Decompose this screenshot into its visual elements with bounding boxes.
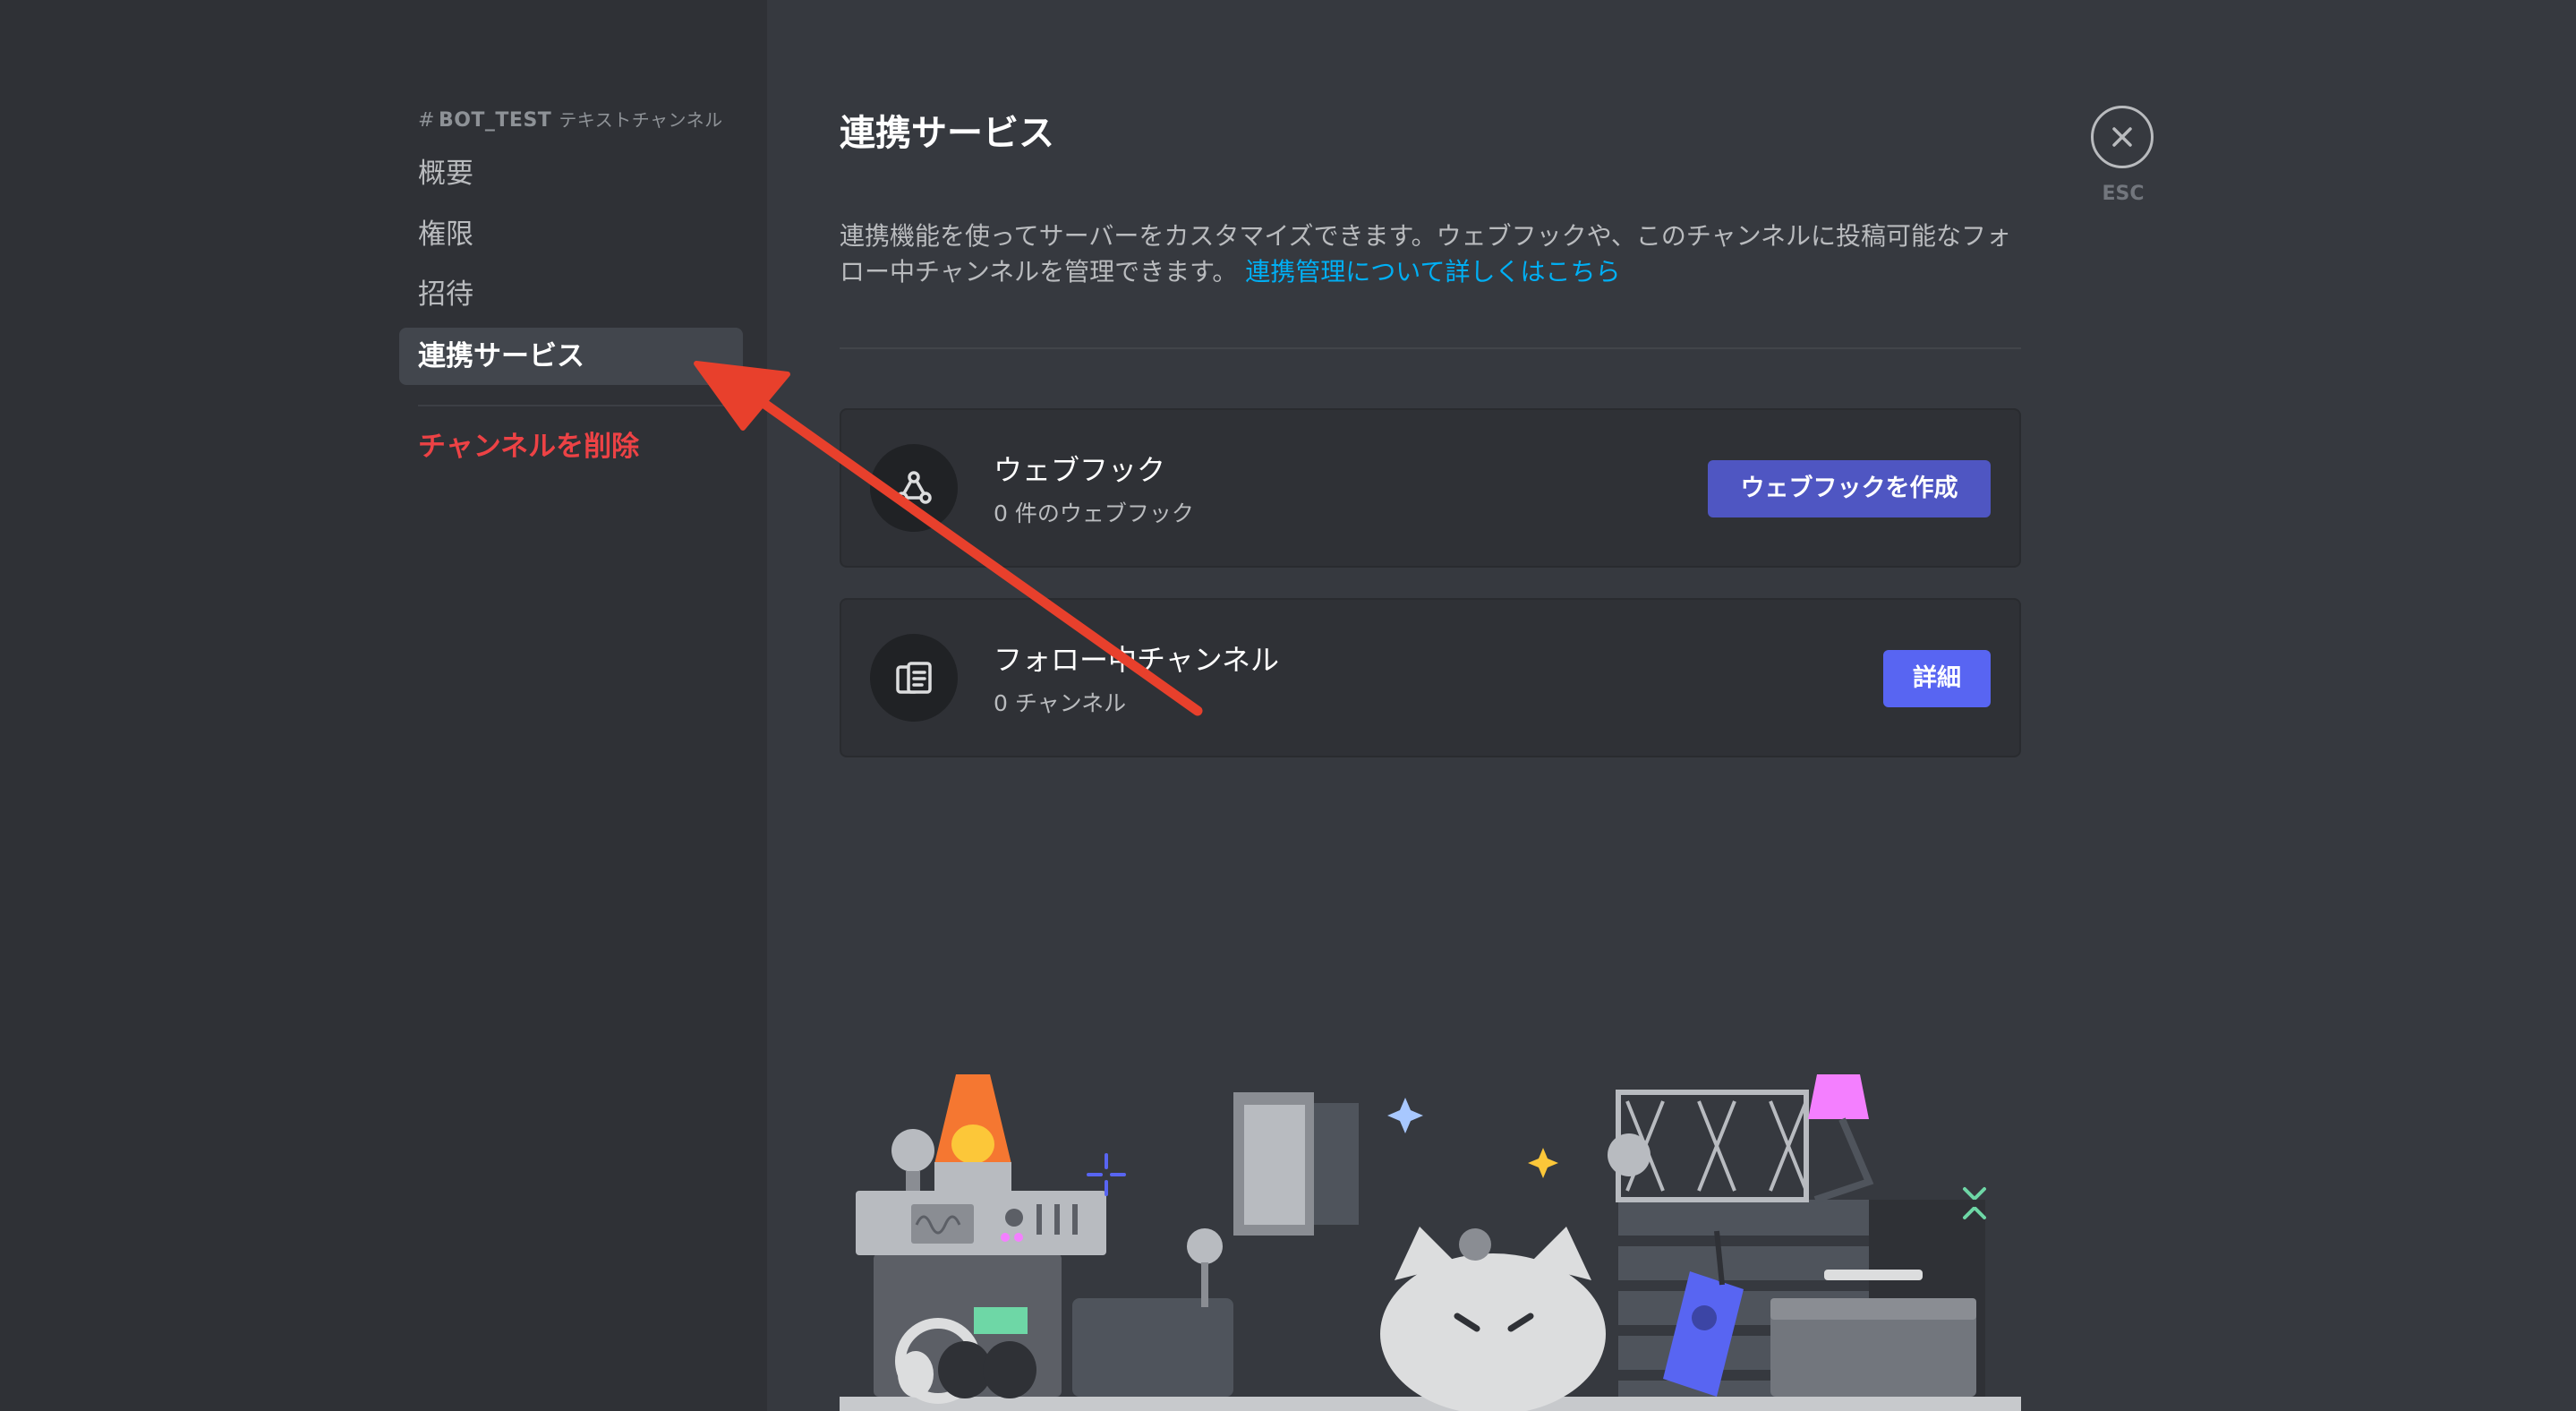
channel-name: BOT_TEST [438,109,552,132]
followed-channel-icon [870,634,958,722]
sidebar-item-overview[interactable]: 概要 [399,145,743,202]
followed-channels-title: フォロー中チャンネル [994,643,1280,677]
sidebar-separator [418,405,742,406]
followed-channels-card: フォロー中チャンネル 0 チャンネル 詳細 [840,598,2021,757]
webhooks-count: 0 件のウェブフック [994,500,1194,526]
webhooks-title: ウェブフック [994,453,1166,487]
details-button[interactable]: 詳細 [1883,650,1991,707]
create-webhook-button[interactable]: ウェブフックを作成 [1708,460,1991,517]
page-description: 連携機能を使ってサーバーをカスタマイズできます。ウェブフックや、このチャンネルに… [840,218,2021,290]
learn-more-link[interactable]: 連携管理について詳しくはこちら [1245,257,1620,286]
channel-type: テキストチャンネル [559,109,723,131]
webhook-icon [870,444,958,532]
section-divider [840,347,2021,349]
sidebar-item-invites[interactable]: 招待 [399,266,743,323]
sidebar-item-integrations[interactable]: 連携サービス [399,328,743,385]
delete-channel-button[interactable]: チャンネルを削除 [399,418,743,475]
empty-state-illustration [840,1074,2021,1411]
esc-label: ESC [2102,183,2145,205]
close-icon [2112,127,2132,147]
settings-sidebar: # BOT_TEST テキストチャンネル 概要 権限 招待 連携サービス チャンネル… [0,0,767,1411]
hash-icon: # [418,109,435,132]
sidebar-item-permissions[interactable]: 権限 [399,206,743,263]
page-title: 連携サービス [840,113,1054,154]
webhooks-card: ウェブフック 0 件のウェブフック ウェブフックを作成 [840,408,2021,568]
sidebar-channel-header: # BOT_TEST テキストチャンネル [418,106,723,132]
followed-channels-count: 0 チャンネル [994,690,1127,716]
close-button[interactable] [2091,106,2154,168]
